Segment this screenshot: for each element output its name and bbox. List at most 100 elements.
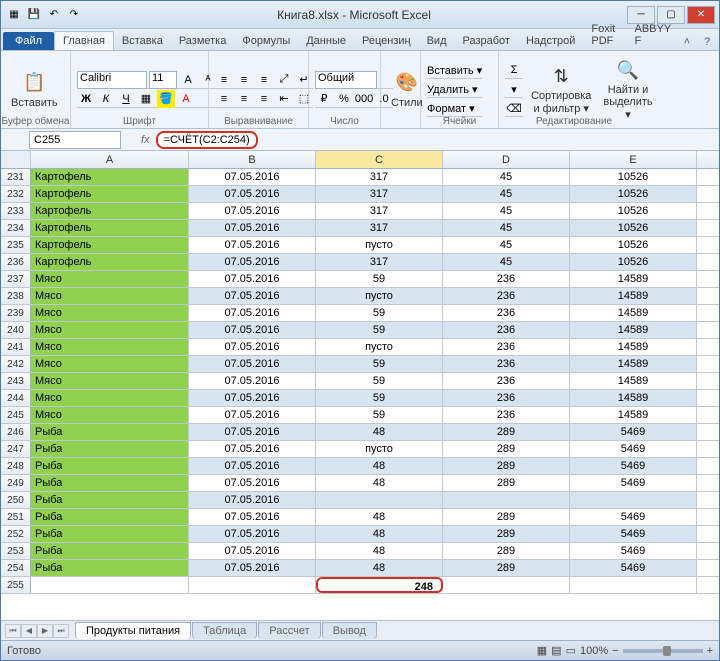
cell[interactable]: Рыба [31, 560, 189, 576]
cell[interactable]: 5469 [570, 458, 697, 474]
cell[interactable]: Мясо [31, 322, 189, 338]
row-header[interactable]: 237 [1, 271, 31, 287]
select-all-corner[interactable] [1, 151, 31, 168]
row-header[interactable]: 252 [1, 526, 31, 542]
tab-addins[interactable]: Надстрой [518, 32, 583, 50]
cell[interactable]: 236 [443, 373, 570, 389]
cell[interactable]: 5469 [570, 526, 697, 542]
tab-home[interactable]: Главная [54, 31, 114, 50]
cell[interactable]: 48 [316, 509, 443, 525]
cell[interactable]: 45 [443, 203, 570, 219]
cell[interactable]: Картофель [31, 254, 189, 270]
cell[interactable]: 317 [316, 186, 443, 202]
cell[interactable] [443, 492, 570, 508]
cell[interactable]: 07.05.2016 [189, 526, 316, 542]
cell[interactable]: 236 [443, 407, 570, 423]
cell[interactable]: 59 [316, 322, 443, 338]
cell[interactable]: 10526 [570, 237, 697, 253]
align-mid-icon[interactable]: ≡ [235, 71, 253, 89]
cell[interactable]: 289 [443, 441, 570, 457]
insert-cells-button[interactable]: Вставить ▾ [427, 64, 482, 77]
cell[interactable]: 5469 [570, 441, 697, 457]
cell[interactable]: Картофель [31, 169, 189, 185]
cell[interactable]: Мясо [31, 356, 189, 372]
row-header[interactable]: 255 [1, 577, 31, 593]
cell[interactable]: Мясо [31, 407, 189, 423]
cell[interactable] [316, 492, 443, 508]
font-size-select[interactable]: 11 [149, 71, 177, 89]
cell[interactable]: 14589 [570, 305, 697, 321]
comma-icon[interactable]: 000 [355, 90, 373, 108]
sheet-tab-3[interactable]: Рассчет [258, 622, 321, 639]
align-top-icon[interactable]: ≡ [215, 71, 233, 89]
cell[interactable]: 10526 [570, 254, 697, 270]
find-select-button[interactable]: 🔍Найти и выделить ▾ [599, 56, 656, 123]
bold-button[interactable]: Ж [77, 90, 95, 108]
row-header[interactable]: 247 [1, 441, 31, 457]
view-layout-icon[interactable]: ▤ [551, 644, 561, 657]
cell[interactable]: 59 [316, 305, 443, 321]
row-header[interactable]: 253 [1, 543, 31, 559]
orientation-icon[interactable]: ⤢ [275, 71, 293, 89]
cell[interactable]: 5469 [570, 509, 697, 525]
cell[interactable]: 5469 [570, 475, 697, 491]
sheet-tab-4[interactable]: Вывод [322, 622, 377, 639]
row-header[interactable]: 244 [1, 390, 31, 406]
name-box[interactable]: C255 [29, 131, 121, 149]
row-header[interactable]: 239 [1, 305, 31, 321]
cell[interactable]: 07.05.2016 [189, 237, 316, 253]
cell[interactable]: Картофель [31, 220, 189, 236]
row-header[interactable]: 254 [1, 560, 31, 576]
cell[interactable]: 14589 [570, 288, 697, 304]
cell[interactable]: Рыба [31, 509, 189, 525]
fill-icon[interactable]: ▾ [505, 80, 523, 98]
cell[interactable]: 10526 [570, 169, 697, 185]
cell[interactable]: 59 [316, 407, 443, 423]
underline-button[interactable]: Ч [117, 90, 135, 108]
tab-dev[interactable]: Разработ [455, 32, 518, 50]
row-header[interactable]: 243 [1, 373, 31, 389]
cell[interactable]: 48 [316, 458, 443, 474]
cell[interactable]: 07.05.2016 [189, 339, 316, 355]
cell[interactable]: 07.05.2016 [189, 492, 316, 508]
row-header[interactable]: 245 [1, 407, 31, 423]
cell[interactable]: пусто [316, 288, 443, 304]
cell[interactable]: 48 [316, 543, 443, 559]
autosum-icon[interactable]: Σ [505, 61, 523, 79]
tab-insert[interactable]: Вставка [114, 32, 171, 50]
cell[interactable]: 48 [316, 560, 443, 576]
cell[interactable]: 236 [443, 288, 570, 304]
cell[interactable]: 07.05.2016 [189, 186, 316, 202]
cell[interactable]: 59 [316, 271, 443, 287]
cell[interactable] [570, 577, 697, 593]
cell[interactable]: Мясо [31, 288, 189, 304]
cell[interactable]: 45 [443, 186, 570, 202]
paste-button[interactable]: 📋Вставить [7, 69, 62, 111]
cell[interactable]: Мясо [31, 271, 189, 287]
cell[interactable]: Картофель [31, 237, 189, 253]
percent-icon[interactable]: % [335, 90, 353, 108]
row-header[interactable]: 250 [1, 492, 31, 508]
tab-view[interactable]: Вид [419, 32, 455, 50]
col-header-c[interactable]: C [316, 151, 443, 168]
save-icon[interactable]: 💾 [25, 6, 43, 24]
cell[interactable]: 59 [316, 390, 443, 406]
zoom-slider[interactable] [623, 649, 703, 653]
row-header[interactable]: 235 [1, 237, 31, 253]
undo-icon[interactable]: ↶ [45, 6, 63, 24]
cell[interactable]: Мясо [31, 373, 189, 389]
cell[interactable]: 07.05.2016 [189, 407, 316, 423]
cell[interactable]: 07.05.2016 [189, 543, 316, 559]
cell[interactable]: 236 [443, 322, 570, 338]
cell[interactable]: 317 [316, 169, 443, 185]
font-name-select[interactable]: Calibri [77, 71, 147, 89]
cell[interactable]: 10526 [570, 203, 697, 219]
cell[interactable]: Рыба [31, 526, 189, 542]
cell[interactable]: 07.05.2016 [189, 305, 316, 321]
cell[interactable]: 07.05.2016 [189, 373, 316, 389]
cell[interactable]: 289 [443, 560, 570, 576]
row-header[interactable]: 246 [1, 424, 31, 440]
tab-formulas[interactable]: Формулы [234, 32, 298, 50]
zoom-in-button[interactable]: + [707, 645, 713, 657]
row-header[interactable]: 236 [1, 254, 31, 270]
